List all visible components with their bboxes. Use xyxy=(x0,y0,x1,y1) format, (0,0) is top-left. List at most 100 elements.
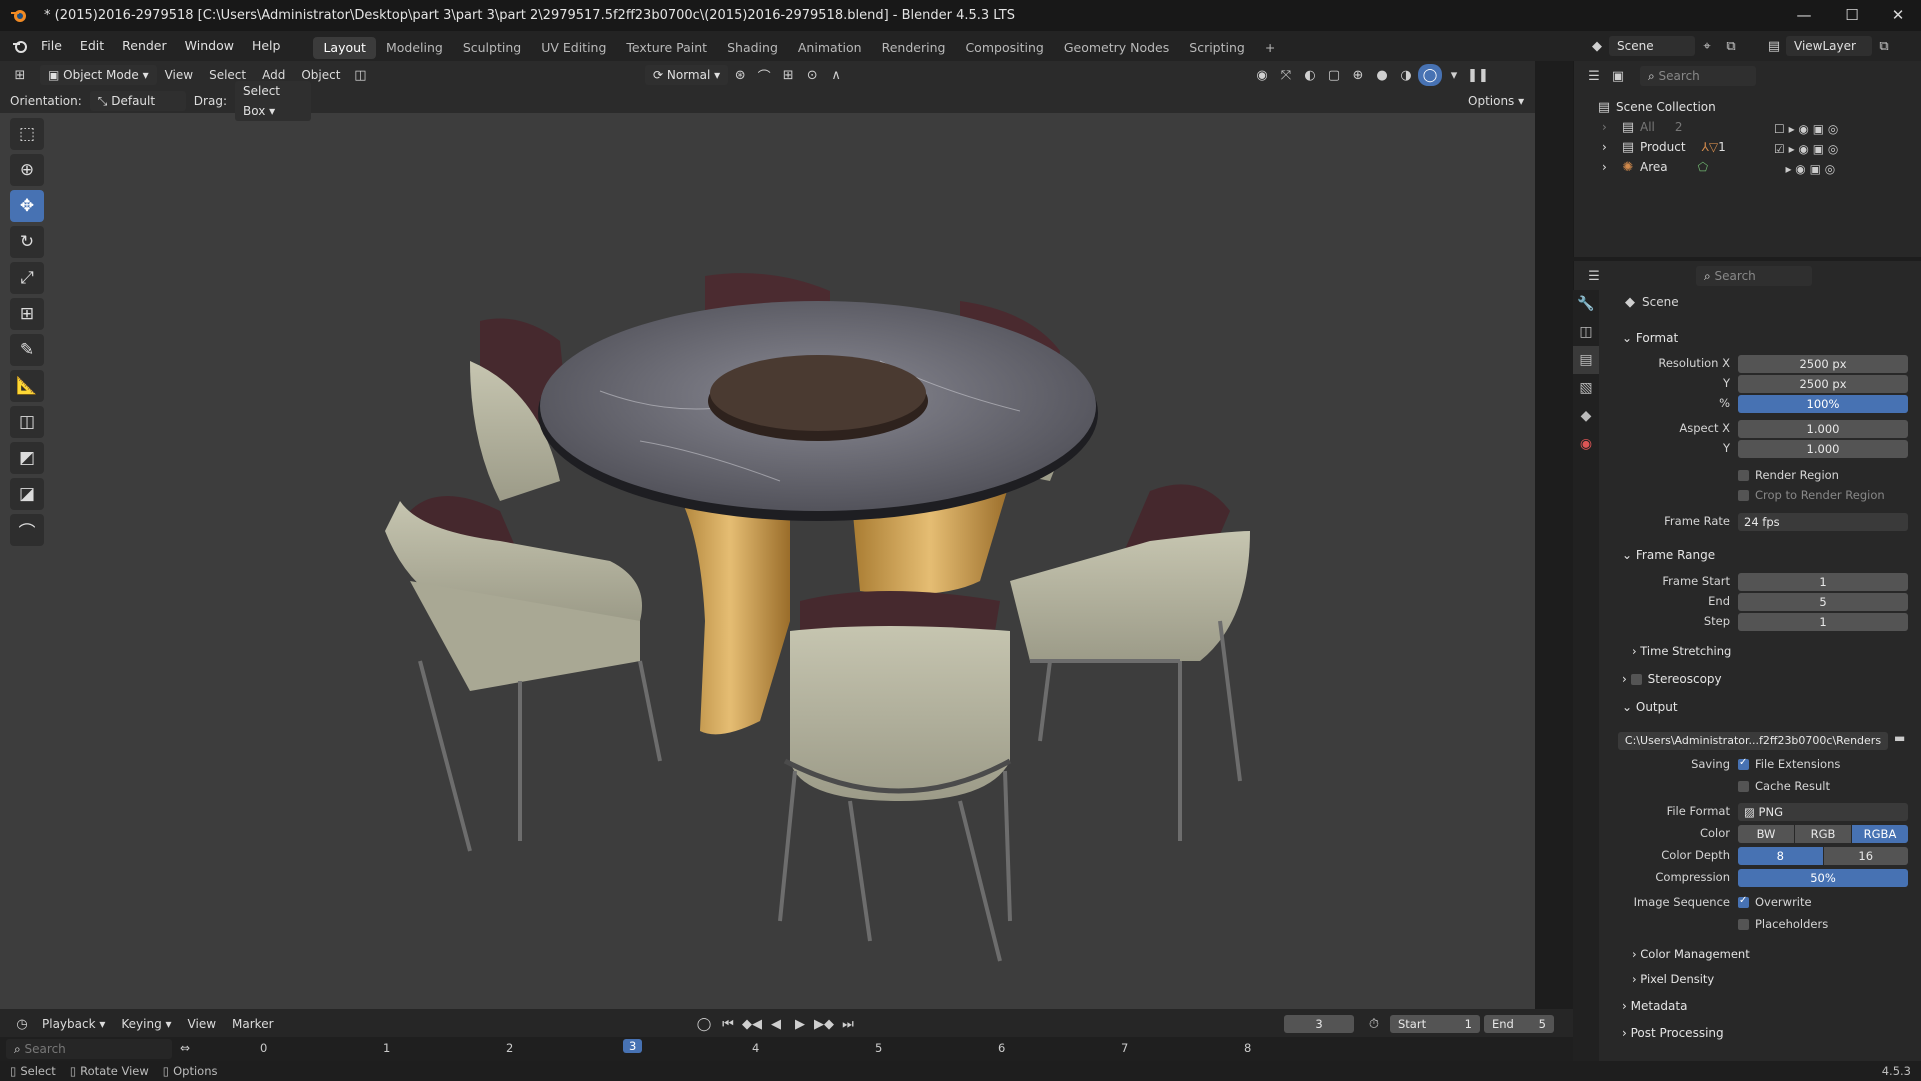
rotate-icon[interactable]: ↻ xyxy=(10,226,44,258)
output-path-field[interactable]: C:\Users\Administrator...f2ff23b0700c\Re… xyxy=(1618,732,1888,750)
play-reverse-icon[interactable]: ◀ xyxy=(764,1013,788,1035)
tab-sculpting[interactable]: Sculpting xyxy=(453,37,531,59)
world-tab-icon[interactable]: ◉ xyxy=(1573,430,1599,458)
output-tab-icon[interactable]: ▤ xyxy=(1573,346,1599,374)
file-format-dropdown[interactable]: ▨ PNG xyxy=(1738,803,1908,821)
outliner-display-icon[interactable]: ☰ xyxy=(1582,65,1606,87)
orientation-dropdown[interactable]: ⤡ Default xyxy=(89,91,186,111)
minimize-button[interactable]: — xyxy=(1782,4,1826,26)
snap-target-icon[interactable]: ⊞ xyxy=(776,64,800,86)
visibility-icon[interactable]: ◉ xyxy=(1250,64,1274,86)
timeline-editor-icon[interactable]: ◷ xyxy=(10,1013,34,1035)
new-view-layer-icon[interactable]: ⧉ xyxy=(1872,35,1896,57)
post-processing-header[interactable]: › Post Processing xyxy=(1622,1026,1724,1040)
proportional-edit-icon[interactable]: ⊙ xyxy=(800,64,824,86)
menu-marker[interactable]: Marker xyxy=(224,1012,281,1036)
start-frame-field[interactable]: Start 1 xyxy=(1390,1015,1480,1033)
pixel-density-header[interactable]: › Pixel Density xyxy=(1632,972,1714,986)
cursor-icon[interactable]: ⊕ xyxy=(10,154,44,186)
shading-options-icon[interactable]: ▾ xyxy=(1442,64,1466,86)
color-management-header[interactable]: › Color Management xyxy=(1632,947,1750,961)
measure-icon[interactable]: 📐 xyxy=(10,370,44,402)
add-workspace-button[interactable]: + xyxy=(1255,37,1285,59)
jump-start-icon[interactable]: ⏮ xyxy=(716,1013,740,1035)
blender-menu-icon[interactable] xyxy=(8,35,32,57)
aspect-x-field[interactable]: 1.000 xyxy=(1738,420,1908,438)
annotate-icon[interactable]: ✎ xyxy=(10,334,44,366)
current-frame-field[interactable]: 3 xyxy=(1284,1015,1354,1033)
scene-selector[interactable]: Scene xyxy=(1609,36,1695,56)
auto-keying-icon[interactable]: ◯ xyxy=(692,1013,716,1035)
transform-icon[interactable]: ⊞ xyxy=(10,298,44,330)
resolution-percent-field[interactable]: 100% xyxy=(1738,395,1908,413)
file-extensions-checkbox[interactable]: File Extensions xyxy=(1738,757,1840,771)
tab-scripting[interactable]: Scripting xyxy=(1179,37,1255,59)
menu-edit[interactable]: Edit xyxy=(71,31,113,61)
color-rgb-button[interactable]: RGB xyxy=(1795,825,1851,843)
time-stretching-header[interactable]: › Time Stretching xyxy=(1632,644,1731,658)
outliner-search[interactable]: ⌕ Search xyxy=(1640,66,1756,86)
menu-help[interactable]: Help xyxy=(243,31,290,61)
frame-end-field[interactable]: 5 xyxy=(1738,593,1908,611)
tab-rendering[interactable]: Rendering xyxy=(872,37,956,59)
stereoscopy-header[interactable]: › Stereoscopy xyxy=(1622,672,1722,686)
play-icon[interactable]: ▶ xyxy=(788,1013,812,1035)
frame-range-header[interactable]: ⌄ Frame Range xyxy=(1622,548,1715,562)
transform-orientation-dropdown[interactable]: ⟳ Normal ▾ xyxy=(645,65,729,85)
overlay-icon[interactable]: ◐ xyxy=(1298,64,1322,86)
swap-icon[interactable]: ⇔ xyxy=(180,1041,190,1055)
compression-slider[interactable]: 50% xyxy=(1738,869,1908,887)
menu-render[interactable]: Render xyxy=(113,31,176,61)
properties-editor-type-icon[interactable]: ☰ xyxy=(1582,265,1606,287)
scale-icon[interactable]: ⤢ xyxy=(10,262,44,294)
menu-file[interactable]: File xyxy=(32,31,71,61)
pin-icon[interactable]: ⌖ xyxy=(1695,35,1719,57)
color-rgba-button[interactable]: RGBA xyxy=(1852,825,1908,843)
menu-keying[interactable]: Keying ▾ xyxy=(113,1012,179,1036)
tab-uv-editing[interactable]: UV Editing xyxy=(531,37,616,59)
timeline-ruler[interactable]: ⌕ Search ⇔ 0 1 2 3 4 5 6 7 8 xyxy=(0,1037,1573,1061)
shear-alt-icon[interactable]: ◪ xyxy=(10,478,44,510)
gizmo-icon[interactable]: ⤧ xyxy=(1274,64,1298,86)
render-tab-icon[interactable]: ◫ xyxy=(1573,318,1599,346)
menu-playback[interactable]: Playback ▾ xyxy=(34,1012,113,1036)
select-box-icon[interactable]: ⬚ xyxy=(10,118,44,150)
gizmo-dropdown-icon[interactable]: ◫ xyxy=(348,64,372,86)
end-frame-field[interactable]: End 5 xyxy=(1484,1015,1554,1033)
next-keyframe-icon[interactable]: ▶◆ xyxy=(812,1013,836,1035)
tab-animation[interactable]: Animation xyxy=(788,37,872,59)
mode-selector[interactable]: ▣ Object Mode ▾ xyxy=(40,65,157,85)
cache-result-checkbox[interactable]: Cache Result xyxy=(1738,779,1830,793)
metadata-header[interactable]: › Metadata xyxy=(1622,999,1687,1013)
tab-shading[interactable]: Shading xyxy=(717,37,788,59)
tab-modeling[interactable]: Modeling xyxy=(376,37,453,59)
editor-type-icon[interactable]: ⊞ xyxy=(8,64,32,86)
pivot-icon[interactable]: ⊛ xyxy=(728,64,752,86)
maximize-button[interactable]: ☐ xyxy=(1830,4,1874,26)
tab-compositing[interactable]: Compositing xyxy=(955,37,1053,59)
frame-step-field[interactable]: 1 xyxy=(1738,613,1908,631)
menu-view[interactable]: View xyxy=(157,63,201,87)
move-icon[interactable]: ✥ xyxy=(10,190,44,222)
bend-icon[interactable]: ⌒ xyxy=(10,514,44,546)
frame-rate-dropdown[interactable]: 24 fps xyxy=(1738,513,1908,531)
menu-timeline-view[interactable]: View xyxy=(180,1012,224,1036)
color-bw-button[interactable]: BW xyxy=(1738,825,1794,843)
resolution-y-field[interactable]: 2500 px xyxy=(1738,375,1908,393)
new-scene-icon[interactable]: ⧉ xyxy=(1719,35,1743,57)
pause-render-icon[interactable]: ❚❚ xyxy=(1466,64,1490,86)
menu-window[interactable]: Window xyxy=(176,31,243,61)
tab-texture-paint[interactable]: Texture Paint xyxy=(616,37,717,59)
overwrite-checkbox[interactable]: Overwrite xyxy=(1738,895,1812,909)
placeholders-checkbox[interactable]: Placeholders xyxy=(1738,917,1828,931)
tool-tab-icon[interactable]: 🔧 xyxy=(1573,290,1599,318)
output-header[interactable]: ⌄ Output xyxy=(1622,700,1678,714)
depth-8-button[interactable]: 8 xyxy=(1738,847,1823,865)
outliner-row-all[interactable]: › ▤ All 2 xyxy=(1602,117,1683,137)
3d-viewport[interactable] xyxy=(0,61,1535,1009)
resolution-x-field[interactable]: 2500 px xyxy=(1738,355,1908,373)
timeline-search[interactable]: ⌕ Search xyxy=(6,1039,172,1059)
outliner-filter-icon[interactable]: ▣ xyxy=(1606,65,1630,87)
snap-icon[interactable]: ⌒ xyxy=(752,64,776,86)
tab-layout[interactable]: Layout xyxy=(313,37,376,59)
